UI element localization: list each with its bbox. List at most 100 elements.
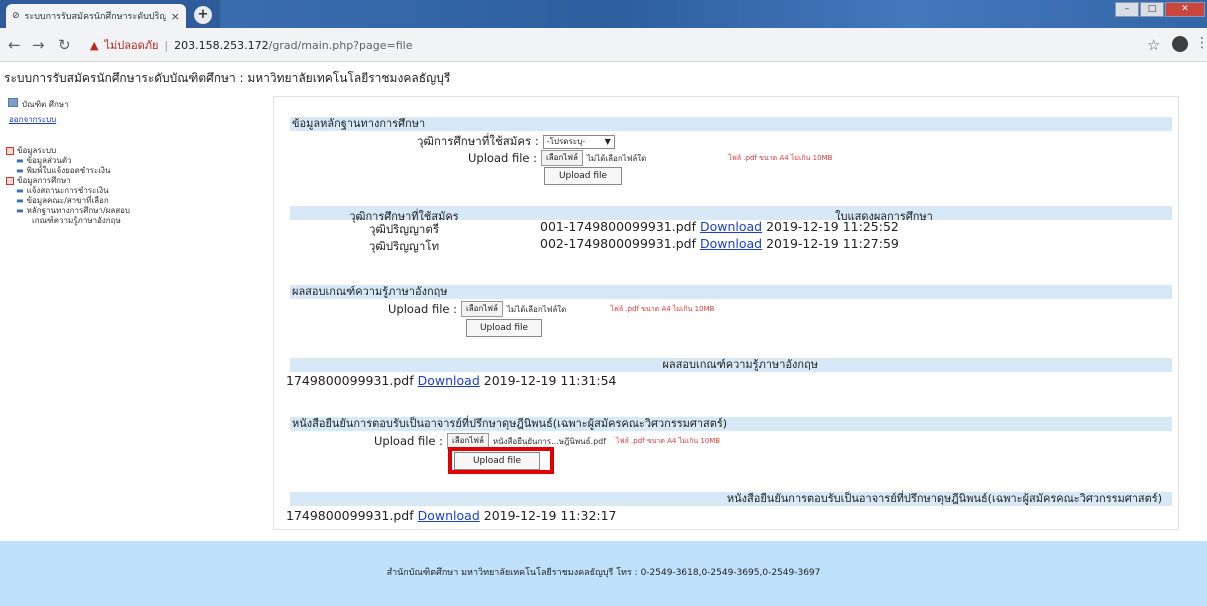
sidebar-item-profile[interactable]: ▬ ข้อมูลส่วนตัว	[6, 156, 194, 166]
english-upload-row: Upload file : เลือกไฟล์ ไม่ได้เลือกไฟล์ใ…	[388, 301, 714, 317]
degree-select[interactable]: -โปรดระบุ- ▼	[542, 135, 615, 149]
user-block: บัณฑิต ศึกษา	[8, 98, 194, 111]
address-bar[interactable]: ▲ ไม่ปลอดภัย | 203.158.253.172/grad/main…	[90, 34, 1100, 56]
download-link[interactable]: Download	[418, 508, 480, 523]
minimize-icon[interactable]: –	[1115, 2, 1139, 17]
education-upload-row: Upload file : เลือกไฟล์ ไม่ได้เลือกไฟล์ใ…	[468, 150, 832, 166]
logout-link[interactable]: ออกจากระบบ	[9, 113, 194, 126]
upload-date: 2019-12-19 11:31:54	[483, 373, 617, 388]
upload-file-button[interactable]: Upload file	[466, 319, 542, 337]
sidebar-group-education[interactable]: ข้อมูลการศึกษา	[6, 176, 194, 186]
site-favicon-icon: ⊘	[12, 11, 20, 21]
sidebar-item-label: เกณฑ์ความรู้ภาษาอังกฤษ	[32, 216, 121, 225]
no-file-text: ไม่ได้เลือกไฟล์ใด	[506, 304, 567, 314]
degree-select-value: -โปรดระบุ-	[546, 137, 586, 146]
degree-label: วุฒิการศึกษาที่ใช้สมัคร :	[417, 134, 539, 148]
page-title: ระบบการรับสมัครนักศึกษาระดับบัณฑิตศึกษา …	[4, 71, 451, 85]
selected-file-text: หนังสือยืนยันการ...ษฎีนิพนธ์.pdf	[492, 436, 607, 446]
file-note: ไฟล์ .pdf ขนาด A4 ไม่เกิน 10MB	[610, 304, 715, 313]
file-note: ไฟล์ .pdf ขนาด A4 ไม่เกิน 10MB	[728, 153, 833, 162]
insecure-label: ไม่ปลอดภัย	[104, 39, 159, 52]
sidebar-item-label: พิมพ์ใบแจ้งยอดชำระเงิน	[26, 166, 111, 175]
choose-file-button[interactable]: เลือกไฟล์	[541, 150, 583, 166]
sidebar-item-evidence[interactable]: ▬ หลักฐานทางการศึกษา/ผลสอบ	[6, 206, 194, 216]
close-window-icon[interactable]: ✕	[1165, 2, 1205, 17]
url-path: /grad/main.php?page=file	[268, 38, 413, 52]
download-link[interactable]: Download	[700, 219, 762, 234]
url-host: 203.158.253.172	[174, 38, 269, 52]
file-name: 1749800099931.pdf	[286, 373, 414, 388]
section-header-english: ผลสอบเกณฑ์ความรู้ภาษาอังกฤษ	[290, 285, 1172, 299]
maximize-icon[interactable]: □	[1140, 2, 1164, 17]
bullet-icon: ▬	[16, 186, 24, 195]
folder-icon	[6, 177, 14, 185]
sidebar-item-label: ข้อมูลส่วนตัว	[26, 156, 72, 165]
menu-kebab-icon[interactable]: ⋮	[1195, 35, 1207, 51]
user-name: บัณฑิต ศึกษา	[22, 100, 69, 109]
degree-row: วุฒิการศึกษาที่ใช้สมัคร : -โปรดระบุ- ▼	[417, 133, 615, 151]
upload-date: 2019-12-19 11:25:52	[766, 219, 899, 234]
table-row: 1749800099931.pdf Download 2019-12-19 11…	[286, 373, 617, 388]
sidebar: บัณฑิต ศึกษา ออกจากระบบ ข้อมูลระบบ ▬ ข้อม…	[6, 98, 194, 226]
main-content: ข้อมูลหลักฐานทางการศึกษา วุฒิการศึกษาที่…	[273, 96, 1179, 530]
tab-title: ระบบการรับสมัครนักศึกษาระดับปริญญ	[24, 12, 166, 22]
desktop-background	[220, 0, 1207, 28]
sidebar-item-payment-status[interactable]: ▬ แจ้งสถานะการชำระเงิน	[6, 186, 194, 196]
back-icon[interactable]: ←	[8, 36, 21, 54]
bullet-icon: ▬	[16, 206, 24, 215]
upload-file-button[interactable]: Upload file	[544, 167, 622, 185]
bullet-icon: ▬	[16, 196, 24, 205]
upload-date: 2019-12-19 11:32:17	[483, 508, 617, 523]
sidebar-item-faculty[interactable]: ▬ ข้อมูลคณะ/สาขาที่เลือก	[6, 196, 194, 206]
sidebar-group-label: ข้อมูลระบบ	[17, 146, 57, 155]
browser-toolbar: ← → ↻ ▲ ไม่ปลอดภัย | 203.158.253.172/gra…	[0, 28, 1207, 62]
warning-icon: ▲	[90, 38, 99, 52]
footer: สำนักบัณฑิตศึกษา มหาวิทยาลัยเทคโนโลยีราช…	[0, 541, 1207, 606]
sidebar-menu: ข้อมูลระบบ ▬ ข้อมูลส่วนตัว ▬ พิมพ์ใบแจ้งยอ…	[6, 146, 194, 226]
dropdown-arrow-icon: ▼	[604, 137, 611, 146]
bullet-icon: ▬	[16, 166, 24, 175]
upload-label: Upload file :	[388, 302, 457, 316]
new-tab-button[interactable]: +	[194, 6, 212, 24]
section-header-education: ข้อมูลหลักฐานทางการศึกษา	[290, 117, 1172, 131]
tab-close-icon[interactable]: ×	[171, 10, 180, 23]
sidebar-group-system[interactable]: ข้อมูลระบบ	[6, 146, 194, 156]
forward-icon[interactable]: →	[32, 36, 45, 54]
download-link[interactable]: Download	[700, 236, 762, 251]
section-header-advisor: หนังสือยืนยันการตอบรับเป็นอาจารย์ที่ปรึก…	[290, 417, 1172, 431]
file-name: 001-1749800099931.pdf	[540, 219, 696, 234]
degree-cell: วุฒิปริญญาโท	[368, 239, 440, 253]
sidebar-item-payment-slip[interactable]: ▬ พิมพ์ใบแจ้งยอดชำระเงิน	[6, 166, 194, 176]
profile-avatar-icon[interactable]	[1172, 36, 1188, 52]
sidebar-item-label: แจ้งสถานะการชำระเงิน	[26, 186, 109, 195]
folder-icon	[6, 147, 14, 155]
window-controls: – □ ✕	[1114, 2, 1205, 18]
bullet-icon: ▬	[16, 156, 24, 165]
highlight-box	[448, 447, 554, 474]
upload-date: 2019-12-19 11:27:59	[766, 236, 899, 251]
address-separator: |	[164, 38, 169, 52]
upload-label: Upload file :	[374, 434, 443, 448]
browser-tab-strip: ⊘ ระบบการรับสมัครนักศึกษาระดับปริญญ × + …	[0, 0, 1207, 28]
table-row: 002-1749800099931.pdf Download 2019-12-1…	[540, 236, 899, 251]
reload-icon[interactable]: ↻	[58, 36, 71, 54]
bookmark-star-icon[interactable]: ☆	[1147, 36, 1160, 54]
sidebar-group-label: ข้อมูลการศึกษา	[17, 176, 71, 185]
download-link[interactable]: Download	[418, 373, 480, 388]
user-icon	[8, 98, 18, 107]
table-row: 001-1749800099931.pdf Download 2019-12-1…	[540, 219, 899, 234]
file-name: 002-1749800099931.pdf	[540, 236, 696, 251]
upload-label: Upload file :	[468, 151, 537, 165]
table-row: 1749800099931.pdf Download 2019-12-19 11…	[286, 508, 617, 523]
advisor-result-header: หนังสือยืนยันการตอบรับเป็นอาจารย์ที่ปรึก…	[290, 492, 1172, 506]
sidebar-item-english[interactable]: เกณฑ์ความรู้ภาษาอังกฤษ	[6, 216, 194, 226]
file-note: ไฟล์ .pdf ขนาด A4 ไม่เกิน 10MB	[616, 436, 721, 445]
no-file-text: ไม่ได้เลือกไฟล์ใด	[586, 153, 647, 163]
degree-cell: วุฒิปริญญาตรี	[368, 222, 440, 236]
browser-tab[interactable]: ⊘ ระบบการรับสมัครนักศึกษาระดับปริญญ ×	[6, 4, 186, 28]
english-result-header: ผลสอบเกณฑ์ความรู้ภาษาอังกฤษ	[290, 358, 1172, 372]
sidebar-item-label: หลักฐานทางการศึกษา/ผลสอบ	[26, 206, 130, 215]
file-name: 1749800099931.pdf	[286, 508, 414, 523]
sidebar-item-label: ข้อมูลคณะ/สาขาที่เลือก	[26, 196, 109, 205]
choose-file-button[interactable]: เลือกไฟล์	[461, 301, 503, 317]
